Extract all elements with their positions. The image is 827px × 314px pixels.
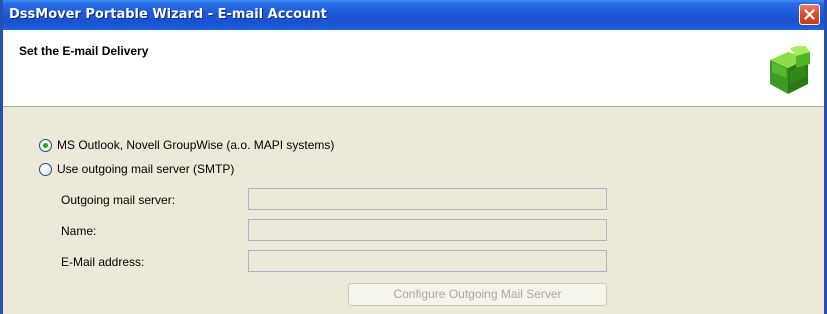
radio-mapi-label[interactable]: MS Outlook, Novell GroupWise (a.o. MAPI … <box>57 138 334 152</box>
wizard-window: DssMover Portable Wizard - E-mail Accoun… <box>0 0 827 314</box>
page-title: Set the E-mail Delivery <box>19 44 149 58</box>
wizard-header: Set the E-mail Delivery <box>3 30 824 107</box>
outgoing-server-label: Outgoing mail server: <box>61 193 176 207</box>
wizard-content: MS Outlook, Novell GroupWise (a.o. MAPI … <box>3 107 824 314</box>
window-title: DssMover Portable Wizard - E-mail Accoun… <box>9 7 327 22</box>
name-label: Name: <box>61 224 97 238</box>
radio-button-checked-icon[interactable] <box>39 138 52 152</box>
close-icon <box>804 9 815 20</box>
configure-outgoing-mail-server-button[interactable]: Configure Outgoing Mail Server <box>348 283 607 306</box>
email-address-input[interactable] <box>248 250 607 272</box>
radio-smtp[interactable]: Use outgoing mail server (SMTP) <box>39 161 234 177</box>
email-address-label: E-Mail address: <box>61 255 145 269</box>
radio-smtp-label[interactable]: Use outgoing mail server (SMTP) <box>57 162 234 176</box>
outgoing-server-input[interactable] <box>248 188 607 210</box>
name-input[interactable] <box>248 219 607 241</box>
radio-button-unchecked-icon[interactable] <box>39 162 52 176</box>
radio-mapi[interactable]: MS Outlook, Novell GroupWise (a.o. MAPI … <box>39 137 334 153</box>
green-cube-icon <box>770 46 810 94</box>
title-bar[interactable]: DssMover Portable Wizard - E-mail Accoun… <box>3 0 824 30</box>
close-button[interactable] <box>799 4 820 25</box>
